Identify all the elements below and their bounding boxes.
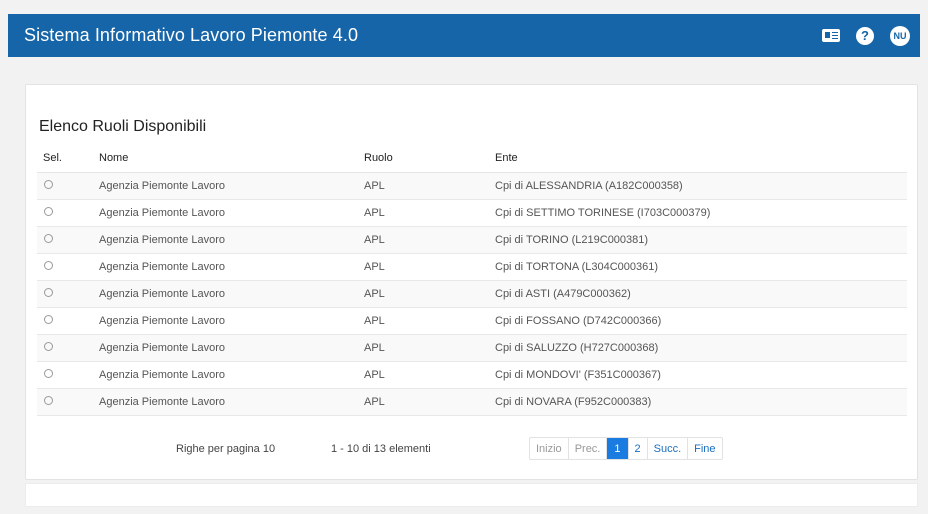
cell-ruolo: APL bbox=[364, 361, 495, 389]
cell-nome: Agenzia Piemonte Lavoro bbox=[99, 253, 364, 281]
cell-nome: Agenzia Piemonte Lavoro bbox=[99, 388, 364, 416]
cell-ente: Cpi di TORINO (L219C000381) bbox=[495, 226, 907, 254]
roles-table: Sel. Nome Ruolo Ente Agenzia Piemonte La… bbox=[37, 145, 907, 416]
row-select-cell bbox=[37, 280, 99, 308]
table-body: Agenzia Piemonte Lavoro APL Cpi di ALESSAN… bbox=[37, 172, 907, 416]
help-icon[interactable]: ? bbox=[856, 26, 874, 45]
pager-last[interactable]: Fine bbox=[687, 438, 721, 459]
table-row[interactable]: Agenzia Piemonte Lavoro APL Cpi di NOVARA … bbox=[37, 388, 907, 416]
table-footer: Righe per pagina 10 1 - 10 di 13 element… bbox=[26, 437, 917, 461]
table-row[interactable]: Agenzia Piemonte Lavoro APL Cpi di SETTIMO… bbox=[37, 199, 907, 227]
cell-nome: Agenzia Piemonte Lavoro bbox=[99, 361, 364, 389]
cell-ente: Cpi di FOSSANO (D742C000366) bbox=[495, 307, 907, 335]
pager-page-2[interactable]: 2 bbox=[627, 438, 647, 459]
row-select-radio[interactable] bbox=[44, 314, 53, 324]
row-select-cell bbox=[37, 388, 99, 416]
cell-ruolo: APL bbox=[364, 388, 495, 416]
cell-ruolo: APL bbox=[364, 334, 495, 362]
pager-first[interactable]: Inizio bbox=[530, 438, 568, 459]
cell-ente: Cpi di ASTI (A479C000362) bbox=[495, 280, 907, 308]
row-select-radio[interactable] bbox=[44, 341, 53, 351]
cell-ruolo: APL bbox=[364, 199, 495, 227]
cell-nome: Agenzia Piemonte Lavoro bbox=[99, 280, 364, 308]
cell-ruolo: APL bbox=[364, 253, 495, 281]
cell-nome: Agenzia Piemonte Lavoro bbox=[99, 307, 364, 335]
table-row[interactable]: Agenzia Piemonte Lavoro APL Cpi di FOSSANO… bbox=[37, 307, 907, 335]
cell-ente: Cpi di NOVARA (F952C000383) bbox=[495, 388, 907, 416]
table-row[interactable]: Agenzia Piemonte Lavoro APL Cpi di TORINO … bbox=[37, 226, 907, 254]
cell-ente: Cpi di ALESSANDRIA (A182C000358) bbox=[495, 172, 907, 200]
cell-ruolo: APL bbox=[364, 226, 495, 254]
cell-ruolo: APL bbox=[364, 280, 495, 308]
column-header-sel: Sel. bbox=[37, 145, 99, 173]
row-select-cell bbox=[37, 253, 99, 281]
row-select-radio[interactable] bbox=[44, 206, 53, 216]
top-bar: Sistema Informativo Lavoro Piemonte 4.0 … bbox=[8, 14, 920, 57]
cell-nome: Agenzia Piemonte Lavoro bbox=[99, 226, 364, 254]
pager-page-1[interactable]: 1 bbox=[606, 438, 628, 459]
table-row[interactable]: Agenzia Piemonte Lavoro APL Cpi di ASTI (A… bbox=[37, 280, 907, 308]
pager-prev[interactable]: Prec. bbox=[567, 438, 607, 459]
row-select-radio[interactable] bbox=[44, 233, 53, 243]
pager-next[interactable]: Succ. bbox=[646, 438, 688, 459]
row-select-cell bbox=[37, 307, 99, 335]
user-avatar[interactable]: NU bbox=[890, 25, 910, 46]
cell-ente: Cpi di SETTIMO TORINESE (I703C000379) bbox=[495, 199, 907, 227]
id-card-icon[interactable] bbox=[822, 29, 840, 42]
column-header-ruolo: Ruolo bbox=[364, 145, 495, 173]
cell-ente: Cpi di MONDOVI' (F351C000367) bbox=[495, 361, 907, 389]
cell-nome: Agenzia Piemonte Lavoro bbox=[99, 172, 364, 200]
column-header-nome: Nome bbox=[99, 145, 364, 173]
table-header-row: Sel. Nome Ruolo Ente bbox=[37, 145, 907, 173]
roles-panel: Elenco Ruoli Disponibili Sel. Nome Ruolo… bbox=[25, 84, 918, 480]
row-select-radio[interactable] bbox=[44, 368, 53, 378]
table-row[interactable]: Agenzia Piemonte Lavoro APL Cpi di TORTONA… bbox=[37, 253, 907, 281]
row-select-radio[interactable] bbox=[44, 395, 53, 405]
row-select-radio[interactable] bbox=[44, 287, 53, 297]
cell-ruolo: APL bbox=[364, 307, 495, 335]
bottom-panel bbox=[25, 483, 918, 507]
table-row[interactable]: Agenzia Piemonte Lavoro APL Cpi di SALUZZO… bbox=[37, 334, 907, 362]
column-header-ente: Ente bbox=[495, 145, 907, 173]
cell-ente: Cpi di TORTONA (L304C000361) bbox=[495, 253, 907, 281]
table-row[interactable]: Agenzia Piemonte Lavoro APL Cpi di ALESSAN… bbox=[37, 172, 907, 200]
table-row[interactable]: Agenzia Piemonte Lavoro APL Cpi di MONDOVI… bbox=[37, 361, 907, 389]
row-select-cell bbox=[37, 199, 99, 227]
top-bar-actions: ? NU bbox=[822, 14, 910, 57]
rows-per-page[interactable]: Righe per pagina 10 bbox=[176, 443, 275, 455]
range-info: 1 - 10 di 13 elementi bbox=[331, 443, 431, 455]
row-select-cell bbox=[37, 361, 99, 389]
cell-ente: Cpi di SALUZZO (H727C000368) bbox=[495, 334, 907, 362]
row-select-cell bbox=[37, 226, 99, 254]
row-select-cell bbox=[37, 334, 99, 362]
app-title: Sistema Informativo Lavoro Piemonte 4.0 bbox=[24, 25, 359, 45]
cell-nome: Agenzia Piemonte Lavoro bbox=[99, 199, 364, 227]
row-select-radio[interactable] bbox=[44, 260, 53, 270]
pagination: Inizio Prec. 1 2 Succ. Fine bbox=[529, 437, 723, 460]
row-select-cell bbox=[37, 172, 99, 200]
cell-nome: Agenzia Piemonte Lavoro bbox=[99, 334, 364, 362]
row-select-radio[interactable] bbox=[44, 179, 53, 189]
cell-ruolo: APL bbox=[364, 172, 495, 200]
page-title: Elenco Ruoli Disponibili bbox=[39, 118, 207, 135]
